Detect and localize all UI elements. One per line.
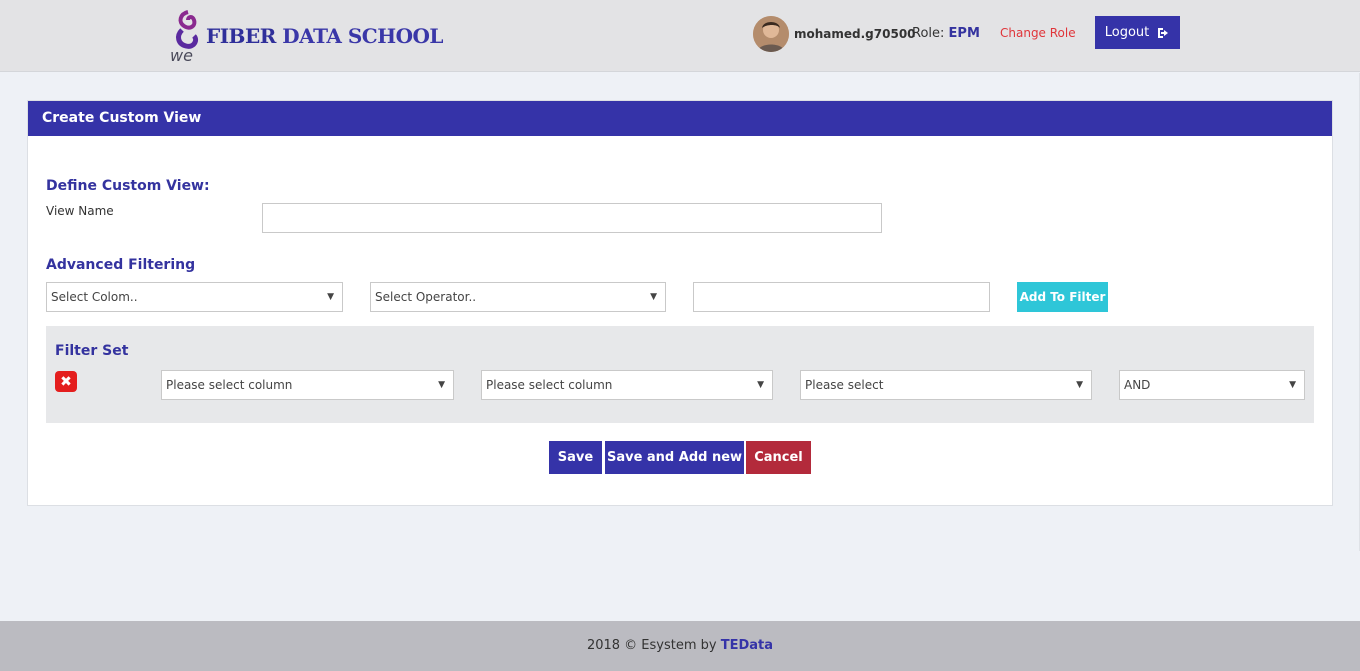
avatar[interactable] xyxy=(753,16,789,52)
logic-operator-select-value: AND xyxy=(1124,378,1151,392)
role-indicator: Role: EPM xyxy=(912,26,980,41)
create-custom-view-panel: Create Custom View Define Custom View: V… xyxy=(27,100,1333,506)
chevron-down-icon: ▼ xyxy=(1076,380,1083,390)
footer: 2018 © Esystem by TEData xyxy=(0,621,1360,671)
filter-value-input[interactable] xyxy=(693,282,990,312)
view-name-input[interactable] xyxy=(262,203,882,233)
filter-operator-select-value: Please select column xyxy=(486,378,613,392)
chevron-down-icon: ▼ xyxy=(327,292,334,302)
column-select-value: Select Colom.. xyxy=(51,290,138,304)
footer-text: 2018 © Esystem by xyxy=(586,638,717,653)
advanced-filtering-title: Advanced Filtering xyxy=(46,257,196,273)
logo-sub-text: we xyxy=(170,46,193,65)
filter-value-select-value: Please select xyxy=(805,378,884,392)
operator-select-value: Select Operator.. xyxy=(375,290,477,304)
top-header: FIBER DATA SCHOOL we mohamed.g70500 Role… xyxy=(0,0,1360,72)
save-and-add-new-button[interactable]: Save and Add new xyxy=(605,441,744,474)
panel-title: Create Custom View xyxy=(28,101,1332,136)
filter-operator-select[interactable]: Please select column ▼ xyxy=(481,370,773,400)
username: mohamed.g70500 xyxy=(794,27,916,41)
cancel-button[interactable]: Cancel xyxy=(746,441,811,474)
column-select[interactable]: Select Colom.. ▼ xyxy=(46,282,343,312)
logo[interactable]: FIBER DATA SCHOOL we xyxy=(168,8,443,66)
logic-operator-select[interactable]: AND ▼ xyxy=(1119,370,1305,400)
add-to-filter-button[interactable]: Add To Filter xyxy=(1017,282,1108,312)
role-label: Role: xyxy=(912,26,945,41)
filter-set: Filter Set ✖ Please select column ▼ Plea… xyxy=(46,326,1314,423)
role-value: EPM xyxy=(948,26,980,41)
chevron-down-icon: ▼ xyxy=(1289,380,1296,390)
close-icon: ✖ xyxy=(60,373,72,390)
filter-column-select[interactable]: Please select column ▼ xyxy=(161,370,454,400)
chevron-down-icon: ▼ xyxy=(650,292,657,302)
view-name-label: View Name xyxy=(46,204,114,218)
logout-label: Logout xyxy=(1104,25,1150,40)
chevron-down-icon: ▼ xyxy=(438,380,445,390)
define-custom-view-title: Define Custom View: xyxy=(46,178,210,194)
filter-set-title: Filter Set xyxy=(55,343,129,359)
logo-text: FIBER DATA SCHOOL xyxy=(206,24,443,48)
filter-column-select-value: Please select column xyxy=(166,378,293,392)
save-button[interactable]: Save xyxy=(549,441,602,474)
avatar-photo-icon xyxy=(753,16,789,52)
change-role-link[interactable]: Change Role xyxy=(1000,26,1076,40)
operator-select[interactable]: Select Operator.. ▼ xyxy=(370,282,666,312)
chevron-down-icon: ▼ xyxy=(757,380,764,390)
filter-value-select[interactable]: Please select ▼ xyxy=(800,370,1092,400)
footer-brand-link[interactable]: TEData xyxy=(721,638,773,653)
logout-icon xyxy=(1158,27,1169,38)
remove-filter-button[interactable]: ✖ xyxy=(55,371,77,392)
logout-button[interactable]: Logout xyxy=(1095,16,1180,49)
